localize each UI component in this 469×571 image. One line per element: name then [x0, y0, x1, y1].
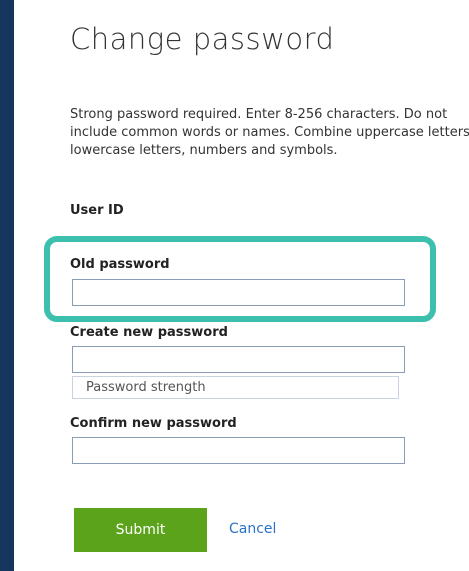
user-id-label: User ID	[70, 203, 124, 218]
old-password-highlight	[44, 236, 436, 322]
cancel-link[interactable]: Cancel	[229, 521, 276, 537]
new-password-label: Create new password	[70, 325, 228, 340]
password-requirements-text: Strong password required. Enter 8-256 ch…	[70, 107, 469, 158]
new-password-field[interactable]	[72, 346, 405, 373]
submit-button[interactable]: Submit	[74, 508, 207, 552]
page-title: Change password	[70, 22, 335, 56]
window-frame: Change password Strong password required…	[0, 0, 469, 571]
change-password-panel: Change password Strong password required…	[14, 0, 469, 571]
confirm-password-field[interactable]	[72, 437, 405, 464]
password-strength-meter: Password strength	[72, 376, 399, 399]
confirm-password-label: Confirm new password	[70, 416, 237, 431]
